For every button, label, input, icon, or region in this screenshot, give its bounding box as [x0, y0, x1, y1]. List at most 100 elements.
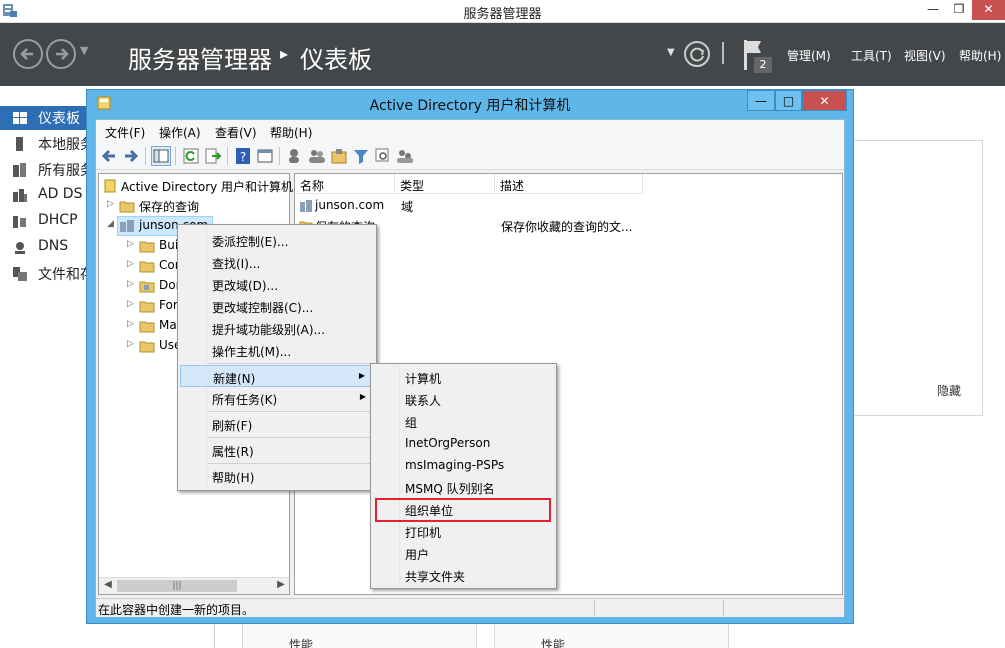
sidebar-item-ad-ds[interactable]: AD DS — [0, 184, 88, 208]
expand-icon[interactable]: ▷ — [127, 279, 137, 289]
expand-icon[interactable]: ▷ — [127, 299, 137, 309]
menu-item-change-domain[interactable]: 更改域(D)... — [180, 273, 374, 295]
tree-item-saved-queries[interactable]: ▷ 保存的查询 — [107, 196, 287, 216]
menu-view[interactable]: 视图(V) — [904, 47, 946, 64]
submenu-item-computer[interactable]: 计算机 — [373, 366, 554, 388]
aduc-titlebar[interactable]: Active Directory 用户和计算机 — □ ✕ — [87, 90, 853, 118]
properties-icon[interactable] — [256, 147, 274, 165]
collapse-icon[interactable]: ◢ — [107, 219, 117, 229]
new-user-icon[interactable] — [286, 147, 304, 165]
submenu-item-contact[interactable]: 联系人 — [373, 388, 554, 410]
folder-icon — [119, 201, 135, 213]
restore-button[interactable]: ❐ — [946, 0, 972, 20]
sidebar-item-label: 本地服务器 — [38, 137, 88, 153]
sidebar-item-label: 文件和存储服务 — [38, 267, 88, 283]
menu-item-new[interactable]: 新建(N) ▶ — [180, 365, 374, 387]
new-ou-icon[interactable] — [330, 147, 348, 165]
new-group-icon[interactable] — [308, 147, 326, 165]
expand-icon[interactable]: ▷ — [127, 259, 137, 269]
tree-horizontal-scrollbar[interactable]: ◀ ||| ▶ — [99, 577, 289, 594]
submenu-item-inetorgperson[interactable]: InetOrgPerson — [373, 432, 554, 454]
sidebar-item-dns[interactable]: DNS — [0, 236, 88, 260]
scroll-left-icon[interactable]: ◀ — [100, 579, 116, 593]
performance-label[interactable]: 性能 — [289, 636, 313, 648]
chevron-down-icon[interactable]: ▼ — [667, 47, 675, 58]
menu-item-label: 计算机 — [405, 372, 442, 386]
menu-view[interactable]: 查看(V) — [215, 124, 257, 141]
sidebar-item-local-server[interactable]: 本地服务器 — [0, 132, 88, 156]
sidebar-item-dhcp[interactable]: DHCP — [0, 210, 88, 234]
menu-item-refresh[interactable]: 刷新(F) — [180, 413, 374, 435]
breadcrumb-server-manager[interactable]: 服务器管理器 — [128, 40, 272, 75]
forward-arrow-icon[interactable] — [122, 147, 140, 165]
menu-action[interactable]: 操作(A) — [159, 124, 201, 141]
status-divider — [723, 600, 724, 616]
annotation-highlight-box — [375, 498, 551, 522]
expand-icon[interactable]: ▷ — [127, 339, 137, 349]
svg-text:?: ? — [240, 150, 246, 164]
menu-item-delegate-control[interactable]: 委派控制(E)... — [180, 229, 374, 251]
hide-link[interactable]: 隐藏 — [937, 382, 961, 399]
tree-item-root[interactable]: Active Directory 用户和计算机 — [101, 176, 293, 196]
expand-icon[interactable]: ▷ — [127, 319, 137, 329]
forward-button[interactable] — [46, 39, 76, 69]
menu-item-label: InetOrgPerson — [405, 436, 491, 450]
aduc-maximize-button[interactable]: □ — [775, 90, 802, 111]
submenu-item-group[interactable]: 组 — [373, 410, 554, 432]
menu-manage[interactable]: 管理(M) — [787, 47, 831, 64]
menu-item-properties[interactable]: 属性(R) — [180, 439, 374, 461]
refresh-icon[interactable] — [182, 147, 200, 165]
menu-item-label: 刷新(F) — [212, 419, 253, 433]
menu-help[interactable]: 帮助(H) — [959, 47, 1001, 64]
submenu-item-shared-folder[interactable]: 共享文件夹 — [373, 564, 554, 586]
menu-item-label: 所有任务(K) — [212, 393, 278, 407]
expand-icon[interactable]: ▷ — [107, 199, 117, 209]
add-to-group-icon[interactable] — [396, 147, 414, 165]
sidebar-item-dashboard[interactable]: 仪表板 — [0, 106, 88, 130]
refresh-button[interactable] — [684, 41, 710, 67]
sidebar-item-all-servers[interactable]: 所有服务器 — [0, 158, 88, 182]
scrollbar-thumb[interactable]: ||| — [117, 580, 237, 592]
menu-item-raise-functional-level[interactable]: 提升域功能级别(A)... — [180, 317, 374, 339]
history-dropdown-icon[interactable]: ▼ — [80, 44, 88, 57]
column-header-description[interactable]: 描述 — [495, 174, 643, 194]
menu-separator — [208, 363, 370, 364]
help-icon[interactable]: ? — [234, 147, 252, 165]
menu-file[interactable]: 文件(F) — [105, 124, 145, 141]
list-item[interactable]: 保存的查询 保存你收藏的查询的文... — [295, 216, 842, 236]
back-button[interactable] — [13, 39, 43, 69]
minimize-button[interactable]: — — [920, 0, 946, 20]
filter-icon[interactable] — [352, 147, 370, 165]
aduc-close-button[interactable]: ✕ — [802, 90, 847, 111]
submenu-item-user[interactable]: 用户 — [373, 542, 554, 564]
menu-help[interactable]: 帮助(H) — [270, 124, 312, 141]
menu-tools[interactable]: 工具(T) — [851, 47, 892, 64]
menu-item-label: 帮助(H) — [212, 471, 255, 485]
submenu-item-msmq-alias[interactable]: MSMQ 队列别名 — [373, 476, 554, 498]
close-button[interactable]: ✕ — [972, 0, 1005, 20]
expand-icon[interactable]: ▷ — [127, 239, 137, 249]
scroll-right-icon[interactable]: ▶ — [273, 579, 289, 593]
show-console-tree-icon[interactable] — [151, 146, 171, 166]
sidebar-item-label: DHCP — [38, 212, 78, 228]
find-icon[interactable] — [374, 147, 392, 165]
list-item-type: 域 — [401, 200, 414, 214]
export-list-icon[interactable] — [204, 147, 222, 165]
aduc-minimize-button[interactable]: — — [747, 90, 775, 111]
menu-item-all-tasks[interactable]: 所有任务(K) ▶ — [180, 387, 374, 409]
menu-item-operations-masters[interactable]: 操作主机(M)... — [180, 339, 374, 361]
performance-label[interactable]: 性能 — [541, 636, 565, 648]
menu-item-find[interactable]: 查找(I)... — [180, 251, 374, 273]
column-header-name[interactable]: 名称 — [295, 174, 395, 194]
sidebar-item-file-storage[interactable]: 文件和存储服务 — [0, 262, 88, 286]
menu-item-change-domain-controller[interactable]: 更改域控制器(C)... — [180, 295, 374, 317]
back-arrow-icon[interactable] — [100, 147, 118, 165]
sidebar-item-label: 仪表板 — [38, 111, 80, 127]
list-item[interactable]: junson.com 域 — [295, 196, 842, 216]
submenu-arrow-icon: ▶ — [359, 392, 366, 401]
menu-item-help[interactable]: 帮助(H) — [180, 465, 374, 487]
column-header-type[interactable]: 类型 — [395, 174, 495, 194]
servers-icon — [13, 163, 26, 177]
submenu-item-msimaging-psps[interactable]: msImaging-PSPs — [373, 454, 554, 476]
submenu-item-printer[interactable]: 打印机 — [373, 520, 554, 542]
